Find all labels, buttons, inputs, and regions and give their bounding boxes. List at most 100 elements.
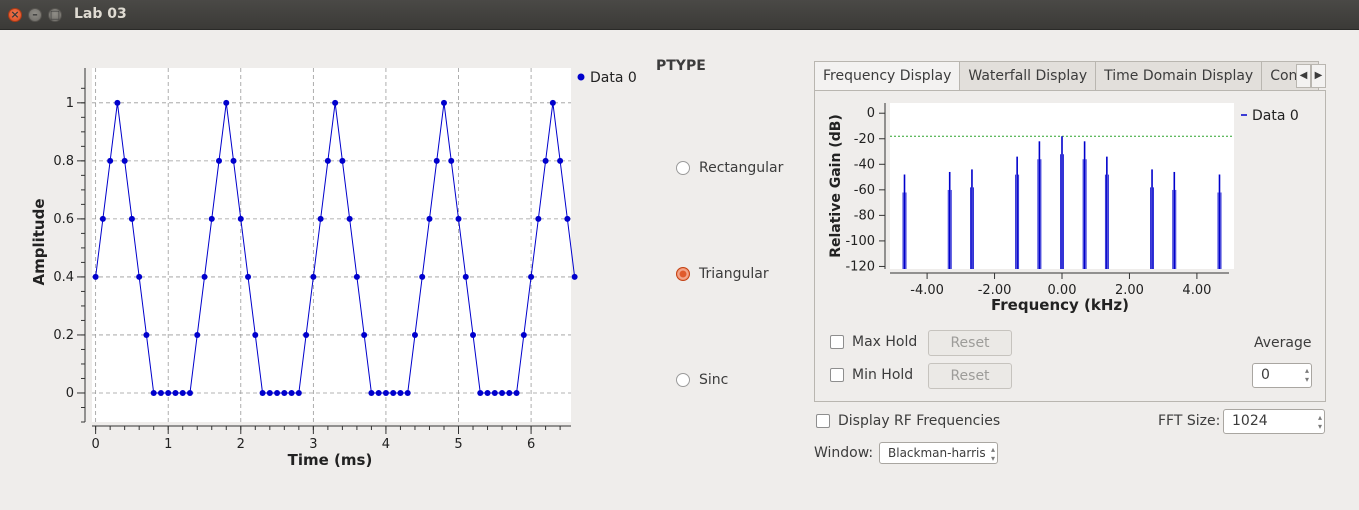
freq-plot-ytick-label: -20 (854, 132, 875, 147)
tab-time-domain-display[interactable]: Time Domain Display (1095, 61, 1263, 91)
min-hold-reset-button[interactable]: Reset (928, 363, 1012, 389)
time-plot-data-point (462, 273, 469, 280)
time-plot-data-point (368, 389, 375, 396)
freq-plot-xtick-label: 4.00 (1182, 283, 1211, 298)
time-plot-data-point (114, 99, 121, 106)
freq-plot-ytick-label: -40 (854, 157, 875, 172)
time-plot-data-point (266, 389, 273, 396)
tab-scroll-arrows: ◀ ▶ (1296, 64, 1326, 88)
radio-label: Rectangular (699, 160, 784, 176)
time-plot-data-point (324, 157, 331, 164)
time-plot-data-point (288, 389, 295, 396)
time-plot-data-point (194, 331, 201, 338)
tab-scroll-right-icon[interactable]: ▶ (1311, 64, 1326, 88)
minimize-window-button[interactable]: – (28, 8, 42, 22)
time-domain-plot[interactable]: 0 1 2 3 4 5 6 0 0.2 0.4 0.6 0.8 1 Time (ms) Amplitud… (0, 30, 650, 510)
time-plot-data-point (397, 389, 404, 396)
checkbox-box[interactable] (816, 414, 830, 428)
time-plot-data-point (92, 273, 99, 280)
time-plot-data-point (252, 331, 259, 338)
time-plot-legend-marker (577, 73, 585, 81)
time-plot-data-point (426, 215, 433, 222)
time-plot-data-point (237, 215, 244, 222)
freq-plot-ytick-label: -120 (845, 259, 875, 274)
average-label: Average (1254, 335, 1312, 351)
time-plot-data-point (404, 389, 411, 396)
time-plot-data-point (332, 99, 339, 106)
ptype-label: PTYPE (656, 58, 706, 74)
radio-sinc[interactable]: Sinc (676, 372, 728, 388)
time-plot-xlabel: Time (ms) (288, 451, 373, 469)
checkbox-box[interactable] (830, 335, 844, 349)
window-select[interactable]: Blackman-harris ▴ ▾ (879, 442, 998, 464)
time-plot-data-point (150, 389, 157, 396)
display-rf-frequencies-checkbox[interactable]: Display RF Frequencies (816, 413, 1000, 429)
time-plot-data-point (99, 215, 106, 222)
radio-rectangular[interactable]: Rectangular (676, 160, 783, 176)
tab-frequency-display[interactable]: Frequency Display (814, 61, 961, 91)
time-plot-data-point (361, 331, 368, 338)
select-arrows-icon[interactable]: ▴ ▾ (1318, 413, 1322, 431)
maximize-icon: □ (49, 8, 61, 21)
time-plot-data-point (571, 273, 578, 280)
frequency-plot[interactable]: -4.00 -2.00 0.00 2.00 4.000-20-40-60-80-100-… (815, 91, 1325, 316)
checkbox-box[interactable] (830, 368, 844, 382)
time-plot-data-point (455, 215, 462, 222)
checkbox-label: Min Hold (852, 367, 914, 383)
average-spinbox[interactable]: 0 ▴ ▾ (1252, 363, 1312, 388)
display-tabs: Frequency Display Waterfall Display Time… (814, 61, 1326, 91)
time-plot-data-point (136, 273, 143, 280)
radio-indicator[interactable] (676, 161, 690, 175)
radio-indicator-selected[interactable] (676, 267, 690, 281)
time-plot-data-point (499, 389, 506, 396)
time-plot-xtick-label: 4 (382, 437, 390, 452)
window-title: Lab 03 (74, 6, 127, 22)
freq-plot-xtick-label: -4.00 (910, 283, 944, 298)
freq-plot-legend-label: Data 0 (1252, 108, 1299, 124)
time-plot-data-point (564, 215, 571, 222)
min-hold-checkbox[interactable]: Min Hold (830, 367, 913, 383)
window-value: Blackman-harris (888, 446, 986, 460)
time-plot-xtick-label: 5 (454, 437, 462, 452)
time-plot-data-point (310, 273, 317, 280)
time-plot-data-point (484, 389, 491, 396)
radio-indicator[interactable] (676, 373, 690, 387)
time-plot-data-point (542, 157, 549, 164)
tab-waterfall-display[interactable]: Waterfall Display (959, 61, 1097, 91)
time-plot-data-point (382, 389, 389, 396)
close-window-button[interactable]: × (8, 8, 22, 22)
maximize-window-button[interactable]: □ (48, 8, 62, 22)
radio-triangular[interactable]: Triangular (676, 266, 769, 282)
max-hold-reset-button[interactable]: Reset (928, 330, 1012, 356)
time-plot-data-point (259, 389, 266, 396)
fft-size-value: 1024 (1232, 413, 1268, 429)
time-plot-data-point (557, 157, 564, 164)
time-plot-ytick-label: 0.6 (53, 212, 74, 227)
freq-plot-ylabel: Relative Gain (dB) (828, 114, 844, 258)
freq-plot-ytick-label: -60 (854, 183, 875, 198)
max-hold-checkbox[interactable]: Max Hold (830, 334, 917, 350)
time-plot-data-point (107, 157, 114, 164)
time-plot-data-point (520, 331, 527, 338)
freq-plot-ytick-label: 0 (867, 106, 875, 121)
select-arrows-icon[interactable]: ▴ ▾ (991, 445, 995, 463)
frequency-display-panel: -4.00 -2.00 0.00 2.00 4.00 0 -20 -40 -60 -80 -100-… (814, 90, 1326, 402)
time-plot-ytick-label: 0.8 (53, 154, 74, 169)
tab-scroll-left-icon[interactable]: ◀ (1296, 64, 1311, 88)
time-plot-data-point (440, 99, 447, 106)
time-plot-xtick-label: 1 (164, 437, 172, 452)
time-plot-data-point (448, 157, 455, 164)
fft-size-select[interactable]: 1024 ▴ ▾ (1223, 409, 1325, 434)
title-bar: × – □ Lab 03 (0, 0, 1359, 30)
time-plot-data-point (121, 157, 128, 164)
time-plot-ylabel: Amplitude (30, 198, 48, 285)
time-plot-data-point (303, 331, 310, 338)
time-plot-data-point (143, 331, 150, 338)
time-plot-legend-label: Data 0 (590, 70, 637, 86)
time-plot-data-point (528, 273, 535, 280)
time-plot-ytick-label: 1 (66, 96, 74, 111)
time-plot-data-point (186, 389, 193, 396)
spin-arrows-icon[interactable]: ▴ ▾ (1305, 366, 1309, 384)
freq-plot-xlabel: Frequency (kHz) (991, 296, 1129, 314)
time-plot-data-point (535, 215, 542, 222)
